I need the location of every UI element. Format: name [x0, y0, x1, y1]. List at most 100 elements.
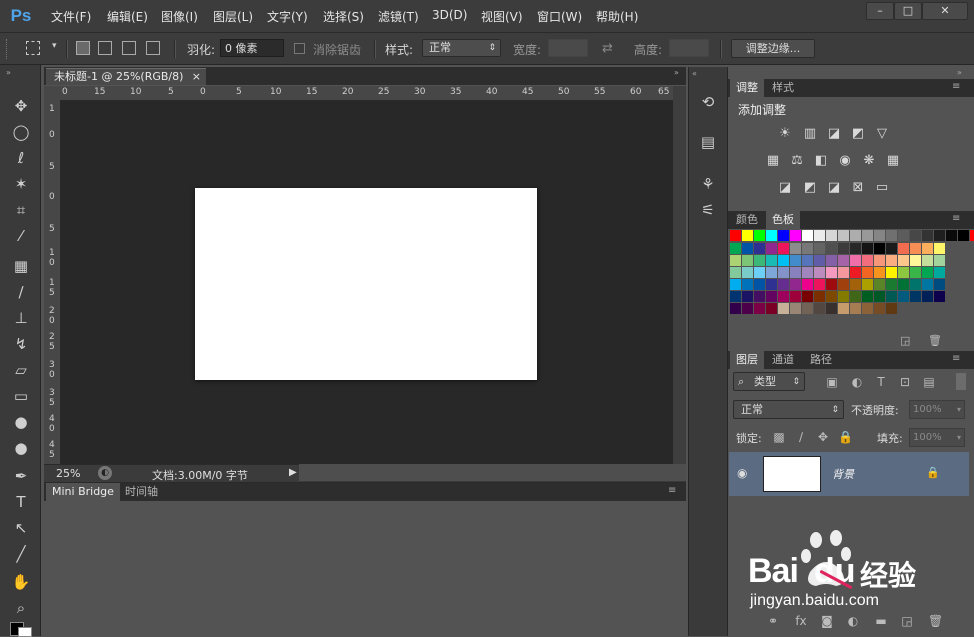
brush-panel-icon[interactable]: ⚟: [697, 199, 719, 221]
color-swatch[interactable]: [754, 230, 765, 241]
filter-toggle[interactable]: [956, 373, 966, 390]
color-swatch[interactable]: [754, 291, 765, 302]
menu-view[interactable]: 视图(V): [481, 8, 523, 25]
photo-filter-icon[interactable]: ◉: [836, 153, 854, 169]
tab-adjustments[interactable]: 调整: [730, 79, 764, 97]
color-swatch[interactable]: [874, 230, 885, 241]
color-swatch[interactable]: [730, 279, 741, 290]
color-swatch[interactable]: [886, 267, 897, 278]
filter-smart-object-icon[interactable]: ▤: [922, 375, 936, 389]
path-selection-tool-icon[interactable]: ↖: [8, 517, 34, 539]
color-swatch[interactable]: [730, 243, 741, 254]
color-swatch[interactable]: [922, 255, 933, 266]
color-swatch[interactable]: [778, 303, 789, 314]
pen-tool-icon[interactable]: ✒: [8, 465, 34, 487]
brightness-contrast-icon[interactable]: ☀: [776, 126, 794, 142]
panel-menu-icon[interactable]: ≡: [668, 485, 676, 496]
magic-wand-tool-icon[interactable]: ✶: [8, 173, 34, 195]
delete-layer-icon[interactable]: 🗑: [928, 614, 943, 628]
color-swatch[interactable]: [922, 267, 933, 278]
color-swatch[interactable]: [850, 255, 861, 266]
color-swatch[interactable]: [910, 243, 921, 254]
color-swatch[interactable]: [730, 267, 741, 278]
menu-window[interactable]: 窗口(W): [537, 8, 582, 25]
color-swatch[interactable]: [790, 255, 801, 266]
new-group-icon[interactable]: ▬: [874, 614, 888, 628]
color-swatch[interactable]: [970, 230, 974, 241]
status-arrow-icon[interactable]: ▶: [289, 467, 297, 478]
color-swatch[interactable]: [850, 230, 861, 241]
color-balance-icon[interactable]: ⚖: [788, 153, 806, 169]
panel-collapse-icon[interactable]: »: [957, 68, 962, 77]
color-swatch[interactable]: [862, 255, 873, 266]
tab-swatches[interactable]: 色板: [766, 211, 800, 229]
color-swatch[interactable]: [766, 303, 777, 314]
vertical-scrollbar[interactable]: [673, 86, 686, 464]
color-swatch[interactable]: [790, 279, 801, 290]
zoom-level[interactable]: 25%: [56, 467, 80, 480]
color-swatch[interactable]: [814, 230, 825, 241]
color-swatch[interactable]: [874, 279, 885, 290]
menu-file[interactable]: 文件(F): [51, 8, 91, 25]
color-swatch[interactable]: [862, 267, 873, 278]
posterize-icon[interactable]: ◩: [801, 180, 819, 196]
color-swatch[interactable]: [886, 279, 897, 290]
color-swatch[interactable]: [826, 279, 837, 290]
color-swatch[interactable]: [778, 279, 789, 290]
color-swatch[interactable]: [850, 243, 861, 254]
menu-type[interactable]: 文字(Y): [267, 8, 308, 25]
history-brush-tool-icon[interactable]: ↯: [8, 333, 34, 355]
color-swatch[interactable]: [910, 279, 921, 290]
collapse-icon[interactable]: »: [6, 68, 11, 77]
color-swatch[interactable]: [802, 303, 813, 314]
color-swatch[interactable]: [814, 279, 825, 290]
color-swatch[interactable]: [838, 243, 849, 254]
color-swatch[interactable]: [934, 267, 945, 278]
panel-menu-icon[interactable]: ≡: [952, 213, 960, 224]
black-white-icon[interactable]: ◧: [812, 153, 830, 169]
color-swatch[interactable]: [874, 255, 885, 266]
marquee-preset-icon[interactable]: [26, 41, 40, 55]
vibrance-icon[interactable]: ▽: [873, 126, 891, 142]
color-swatch[interactable]: [922, 279, 933, 290]
eyedropper-tool-icon[interactable]: ⁄: [8, 225, 34, 247]
color-swatch[interactable]: [862, 243, 873, 254]
color-swatch[interactable]: [898, 267, 909, 278]
filter-adjustment-icon[interactable]: ◐: [850, 375, 864, 389]
lasso-tool-icon[interactable]: ℓ: [8, 147, 34, 169]
color-swatch[interactable]: [742, 291, 753, 302]
color-swatch[interactable]: [730, 255, 741, 266]
color-swatch[interactable]: [742, 279, 753, 290]
filter-pixel-icon[interactable]: ▣: [825, 375, 839, 389]
color-swatch[interactable]: [802, 243, 813, 254]
color-swatch[interactable]: [778, 230, 789, 241]
color-swatch[interactable]: [766, 267, 777, 278]
color-swatch[interactable]: [730, 230, 741, 241]
color-swatch[interactable]: [802, 291, 813, 302]
tab-close-icon[interactable]: ×: [192, 69, 201, 85]
color-swatch[interactable]: [790, 291, 801, 302]
color-swatch[interactable]: [730, 303, 741, 314]
document-tab[interactable]: 未标题-1 @ 25%(RGB/8) ×: [46, 68, 206, 85]
menu-image[interactable]: 图像(I): [161, 8, 198, 25]
color-swatch[interactable]: [850, 303, 861, 314]
tab-layers[interactable]: 图层: [730, 351, 764, 369]
color-swatch[interactable]: [886, 255, 897, 266]
color-swatch[interactable]: [838, 230, 849, 241]
color-swatch[interactable]: [874, 303, 885, 314]
color-swatch[interactable]: [886, 243, 897, 254]
close-button[interactable]: ✕: [922, 2, 968, 20]
invert-icon[interactable]: ◪: [776, 180, 794, 196]
color-swatch[interactable]: [898, 230, 909, 241]
chevron-down-icon[interactable]: ▾: [52, 41, 57, 51]
filter-kind-select[interactable]: ⌕ 类型 ⇕: [733, 372, 805, 391]
dodge-tool-icon[interactable]: ●: [8, 437, 34, 459]
threshold-icon[interactable]: ◪: [825, 180, 843, 196]
subtract-selection-icon[interactable]: [122, 41, 136, 55]
color-swatch[interactable]: [874, 267, 885, 278]
properties-panel-icon[interactable]: ▤: [697, 131, 719, 153]
width-input[interactable]: [548, 39, 588, 57]
color-swatch[interactable]: [886, 303, 897, 314]
selective-color-icon[interactable]: ⊠: [849, 180, 867, 196]
maximize-button[interactable]: □: [894, 2, 922, 20]
